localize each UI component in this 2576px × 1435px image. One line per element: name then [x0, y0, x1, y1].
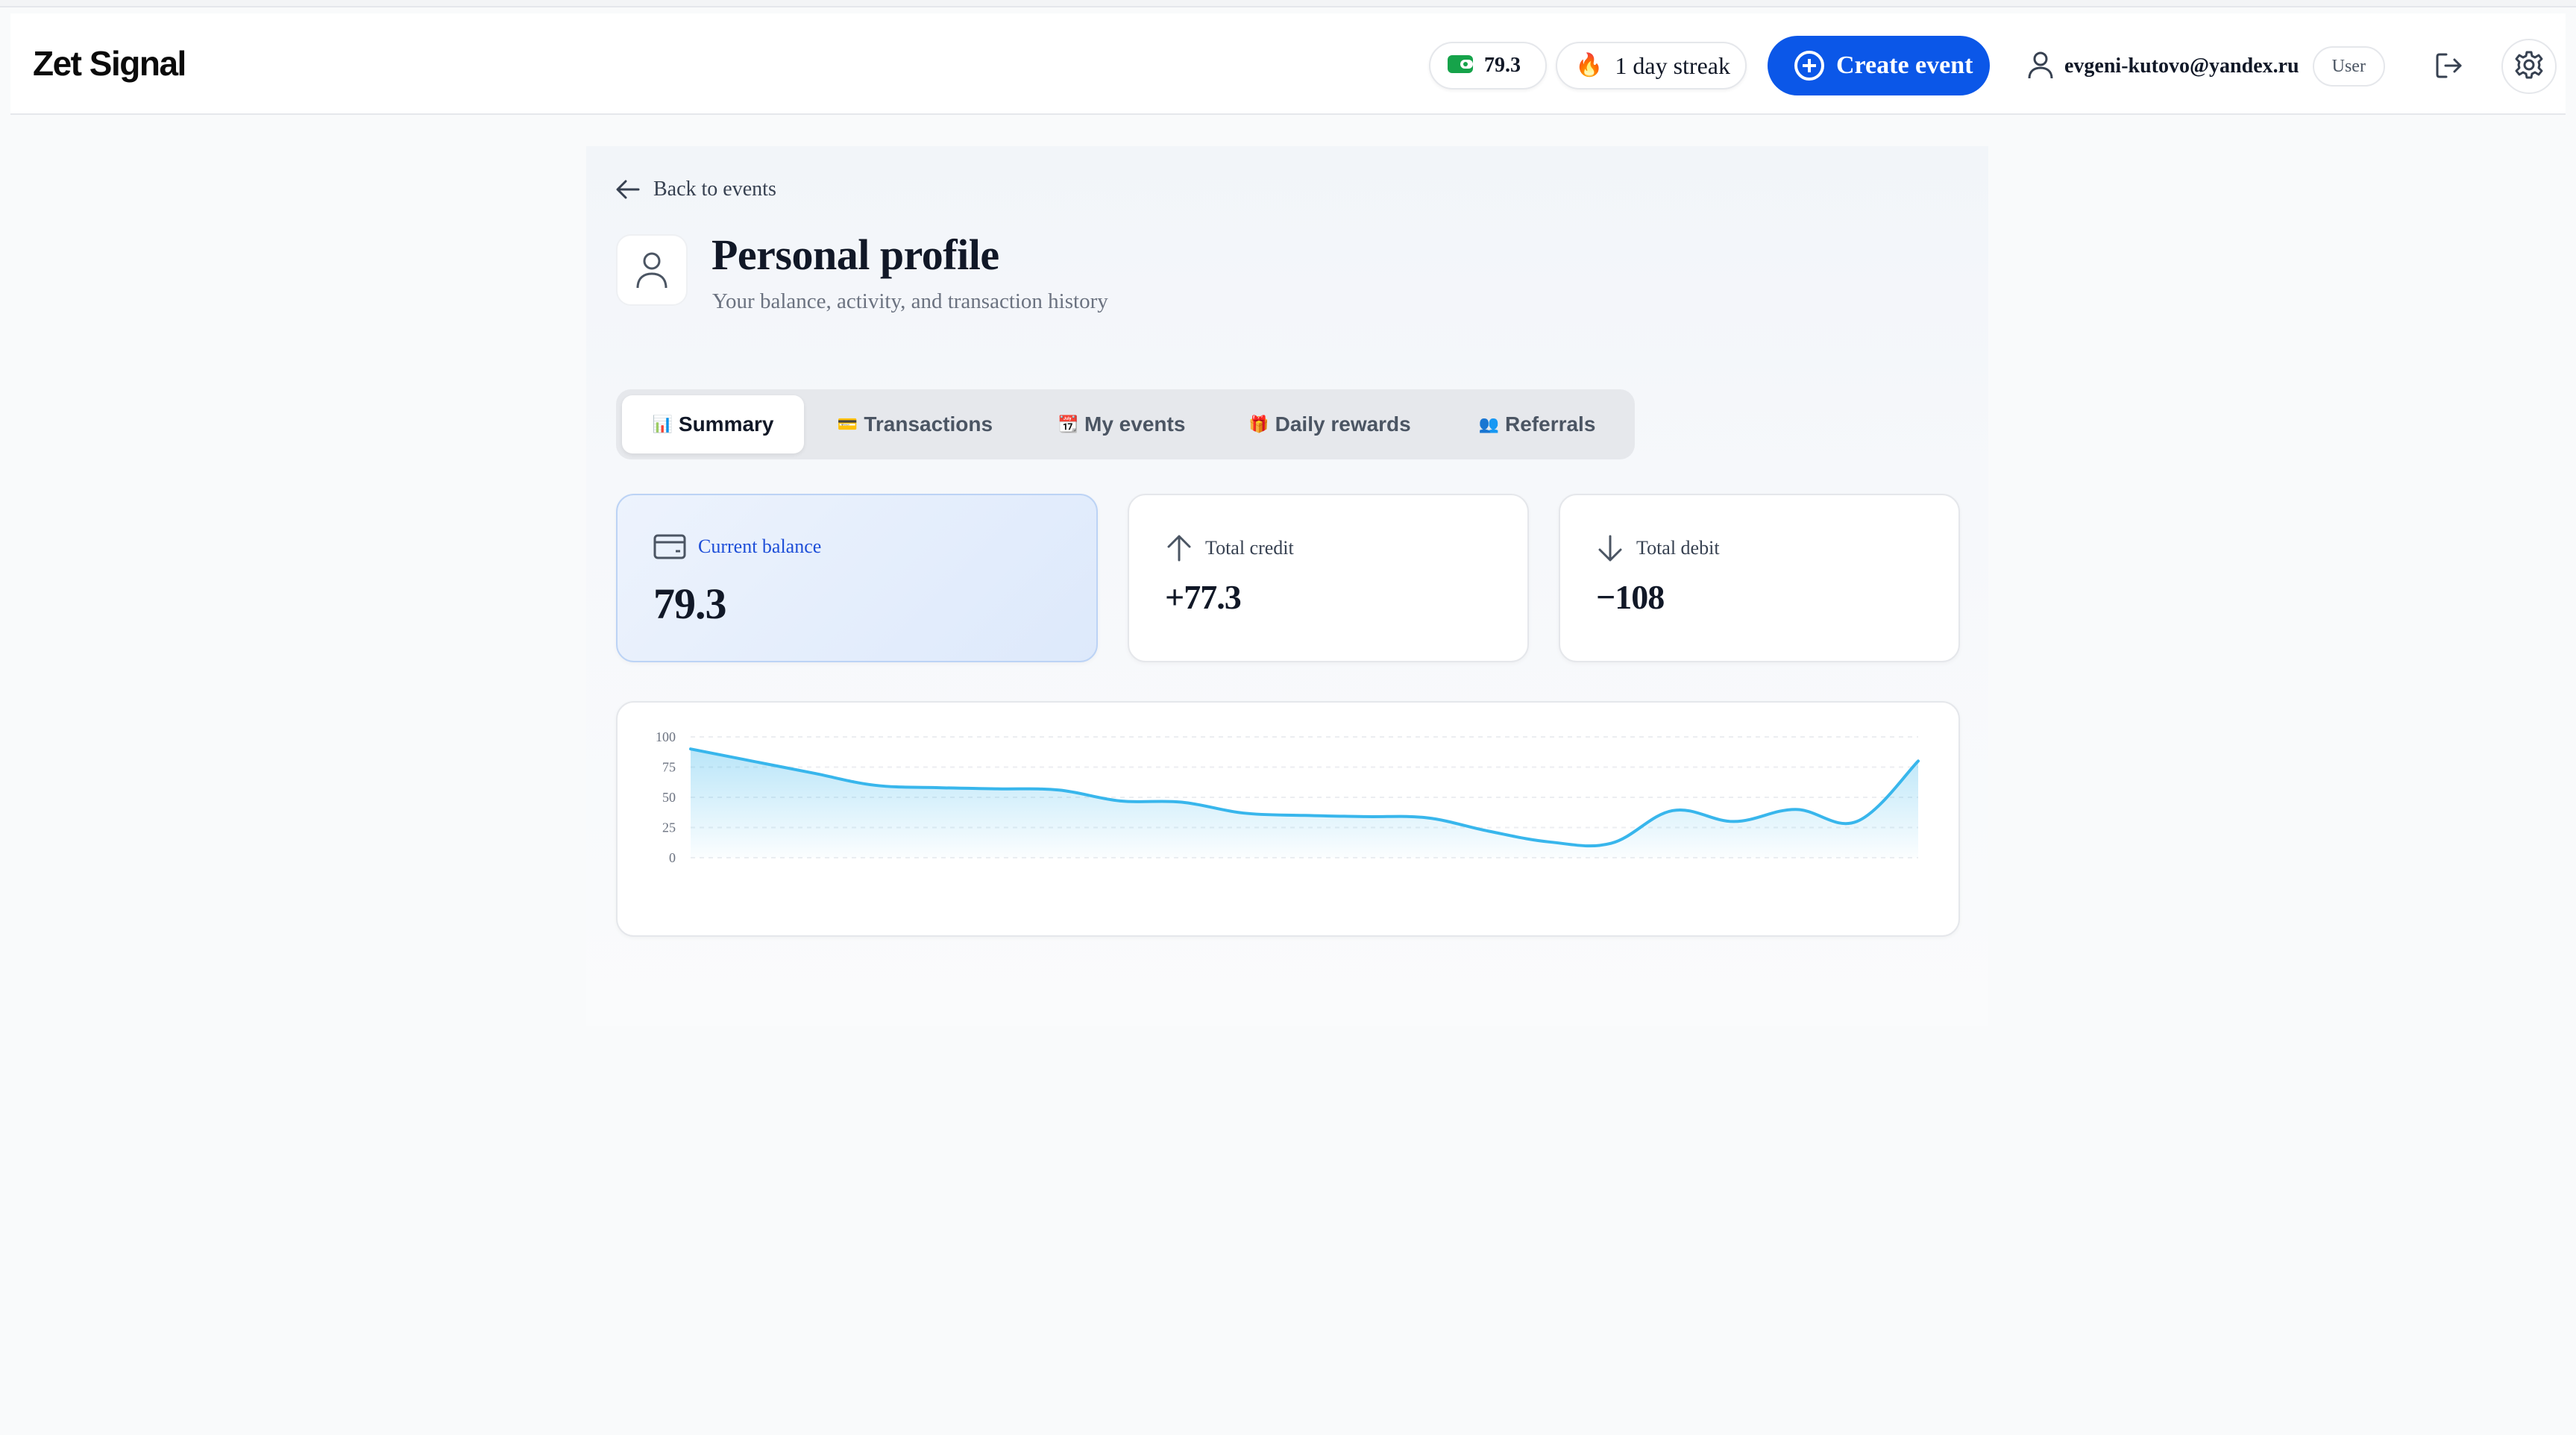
arrow-left-icon	[616, 180, 640, 199]
streak-pill[interactable]: 🔥 1 day streak	[1556, 42, 1747, 90]
back-to-events-link[interactable]: Back to events	[616, 178, 776, 201]
tab-my-events[interactable]: 📆 My events	[1026, 395, 1217, 453]
y-tick-label: 100	[656, 729, 676, 744]
user-icon	[2027, 50, 2054, 84]
chart-data-point[interactable]	[1302, 813, 1307, 817]
chart-data-point[interactable]	[996, 787, 1000, 791]
arrow-up-icon	[1167, 535, 1191, 562]
logout-icon	[2434, 51, 2464, 84]
bar-chart-icon: 📊	[652, 415, 673, 433]
streak-label: 1 day streak	[1615, 51, 1730, 79]
user-icon	[636, 252, 667, 289]
y-tick-label: 25	[662, 820, 676, 835]
calendar-icon: 📆	[1058, 415, 1078, 433]
card-label: Total debit	[1636, 537, 1720, 559]
current-balance-value: 79.3	[653, 580, 726, 628]
total-credit-value: +77.3	[1165, 578, 1242, 616]
chart-data-point[interactable]	[934, 785, 938, 790]
chart-data-point[interactable]	[688, 747, 693, 751]
chart-data-point[interactable]	[750, 759, 754, 763]
total-debit-card: Total debit −108	[1559, 494, 1960, 662]
chart-data-point[interactable]	[873, 783, 877, 788]
tab-label: Transactions	[864, 412, 993, 436]
create-event-label: Create event	[1836, 51, 1973, 79]
chart-data-point[interactable]	[1732, 819, 1736, 823]
current-balance-card: Current balance 79.3	[616, 494, 1098, 662]
chart-data-point[interactable]	[1609, 841, 1614, 846]
chart-data-point[interactable]	[1363, 814, 1368, 819]
card-label: Total credit	[1205, 537, 1294, 559]
user-menu[interactable]: evgeni-kutovo@yandex.ru User	[2027, 43, 2385, 90]
back-link-label: Back to events	[653, 178, 776, 201]
wallet-icon	[1447, 53, 1474, 79]
y-tick-label: 0	[669, 850, 676, 865]
profile-tabs: 📊 Summary 💳 Transactions 📆 My events 🎁 D…	[616, 389, 1635, 459]
page-subtitle: Your balance, activity, and transaction …	[712, 289, 1108, 313]
tab-transactions[interactable]: 💳 Transactions	[804, 395, 1026, 453]
tab-summary[interactable]: 📊 Summary	[622, 395, 804, 453]
credit-card-icon: 💳	[837, 415, 858, 433]
arrow-down-icon	[1598, 535, 1622, 562]
gift-icon: 🎁	[1248, 415, 1269, 433]
total-debit-value: −108	[1596, 578, 1665, 616]
avatar	[616, 234, 688, 306]
profile-panel: Back to events Personal profile Your bal…	[586, 146, 1988, 1026]
chart-svg: 0 25 50 75 100	[656, 729, 1920, 865]
top-navbar: Zet Signal 79.3 🔥 1 day streak Create ev…	[10, 13, 2566, 115]
chart-data-point[interactable]	[1548, 840, 1552, 844]
tab-referrals[interactable]: 👥 Referrals	[1442, 395, 1632, 453]
y-tick-label: 75	[662, 760, 676, 775]
page-title: Personal profile	[711, 230, 999, 279]
role-badge: User	[2312, 46, 2385, 87]
app-logo[interactable]: Zet Signal	[33, 43, 186, 84]
people-icon: 👥	[1478, 415, 1499, 433]
chart-data-point[interactable]	[1425, 816, 1430, 820]
credit-card-icon	[653, 534, 686, 559]
plus-circle-icon	[1794, 51, 1824, 81]
card-label: Current balance	[698, 536, 822, 557]
tab-daily-rewards[interactable]: 🎁 Daily rewards	[1217, 395, 1442, 453]
balance-history-chart: 0 25 50 75 100	[616, 701, 1960, 937]
balance-value: 79.3	[1484, 54, 1521, 77]
chart-data-point[interactable]	[1179, 800, 1184, 804]
balance-pill[interactable]: 79.3	[1429, 42, 1547, 90]
gear-icon	[2514, 50, 2544, 84]
chart-data-point[interactable]	[1916, 759, 1920, 763]
y-tick-label: 50	[662, 790, 676, 805]
settings-button[interactable]	[2501, 39, 2557, 94]
chart-data-point[interactable]	[1118, 799, 1122, 803]
logout-button[interactable]	[2430, 48, 2469, 87]
total-credit-card: Total credit +77.3	[1128, 494, 1529, 662]
user-email: evgeni-kutovo@yandex.ru	[2064, 54, 2299, 78]
chart-data-point[interactable]	[1057, 788, 1061, 792]
chart-area-fill	[691, 749, 1918, 858]
chart-data-point[interactable]	[1241, 811, 1245, 815]
chart-data-point[interactable]	[811, 771, 816, 776]
window-top-edge	[0, 0, 2576, 7]
tab-label: Daily rewards	[1275, 412, 1411, 436]
tab-label: Referrals	[1505, 412, 1596, 436]
chart-data-point[interactable]	[1793, 807, 1797, 811]
chart-data-point[interactable]	[1486, 829, 1491, 833]
fire-icon: 🔥	[1575, 53, 1603, 78]
create-event-button[interactable]: Create event	[1768, 36, 1990, 95]
chart-data-point[interactable]	[1855, 819, 1859, 823]
tab-label: My events	[1084, 412, 1186, 436]
tab-label: Summary	[678, 412, 774, 436]
chart-data-point[interactable]	[1671, 808, 1675, 813]
